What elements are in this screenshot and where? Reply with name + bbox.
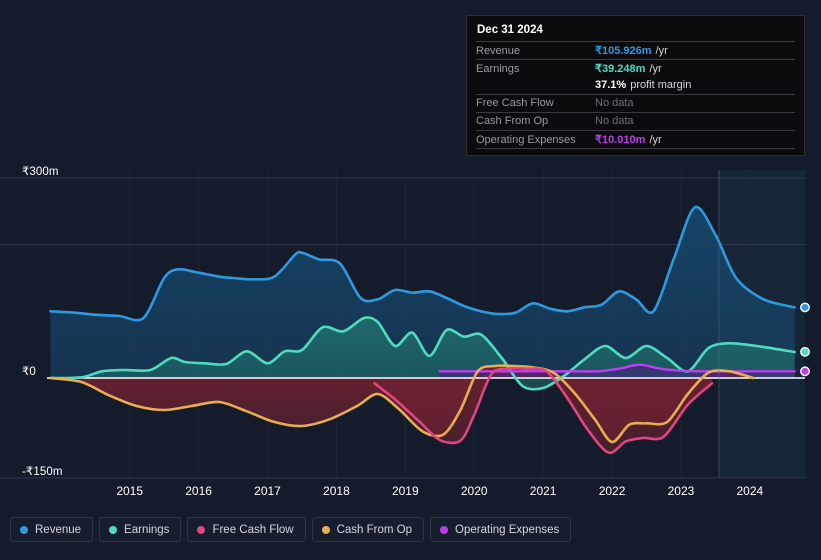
y-axis-label: ₹300m [22, 166, 59, 178]
endpoint-revenue[interactable] [800, 302, 810, 313]
tooltip-row: Revenue ₹105.926m/yr [476, 41, 795, 59]
legend-label: Free Cash Flow [212, 523, 294, 536]
tooltip-row-value: ₹105.926m/yr [595, 42, 668, 57]
x-axis-label: 2020 [460, 484, 488, 498]
legend-item-revenue[interactable]: Revenue [10, 517, 94, 542]
y-axis-label: -₹150m [22, 466, 63, 478]
x-axis-label: 2015 [116, 484, 144, 498]
x-axis-label: 2017 [254, 484, 281, 498]
y-axis-label: ₹0 [22, 366, 36, 378]
legend-item-free-cash-flow[interactable]: Free Cash Flow [187, 517, 306, 542]
tooltip-row-amount: ₹39.248m [595, 63, 646, 75]
tooltip-date: Dec 31 2024 [477, 24, 543, 36]
legend-label: Operating Expenses [455, 523, 560, 536]
tooltip-row-label: Revenue [476, 45, 521, 57]
tooltip-rows: Revenue ₹105.926m/yr Earnings ₹39.248m/yr 37… [476, 41, 795, 148]
endpoint-operating-expenses[interactable] [800, 366, 810, 377]
tooltip-row-amount: ₹10.010m [595, 134, 646, 146]
legend-label: Earnings [124, 523, 170, 536]
legend-label: Revenue [35, 523, 82, 536]
tooltip-row-value: No data [595, 113, 634, 127]
tooltip-row-unit: profit margin [630, 79, 692, 91]
tooltip-row-amount: No data [595, 115, 634, 127]
tooltip-row-unit: /yr [649, 63, 662, 75]
tooltip-row: Free Cash Flow No data [476, 94, 795, 112]
tooltip-row: Earnings ₹39.248m/yr [476, 59, 795, 77]
x-axis-label: 2016 [185, 484, 212, 498]
tooltip-row-label: Cash From Op [476, 115, 549, 127]
legend-item-earnings[interactable]: Earnings [99, 517, 182, 542]
tooltip-row-amount: 37.1% [595, 79, 627, 91]
tooltip-row: Cash From Op No data [476, 112, 795, 130]
tooltip-row-label: Earnings [476, 63, 520, 75]
x-axis-label: 2023 [667, 484, 695, 498]
legend-item-operating-expenses[interactable]: Operating Expenses [430, 517, 572, 542]
legend-color-swatch-icon [109, 525, 118, 534]
legend-color-swatch-icon [440, 525, 449, 534]
data-tooltip: Dec 31 2024 Revenue ₹105.926m/yr Earnings ₹… [466, 15, 805, 156]
endpoint-earnings[interactable] [800, 346, 810, 357]
legend-item-cash-from-op[interactable]: Cash From Op [311, 517, 425, 542]
tooltip-row-amount: No data [595, 97, 634, 109]
chart-legend[interactable]: Revenue Earnings Free Cash Flow Cash From O… [10, 517, 572, 542]
tooltip-bottom-divider [476, 148, 795, 149]
tooltip-row-value: ₹10.010m/yr [595, 131, 662, 146]
tooltip-row-value: No data [595, 95, 634, 109]
legend-label: Cash From Op [336, 523, 413, 536]
tooltip-row-unit: /yr [655, 45, 668, 57]
legend-color-swatch-icon [197, 525, 206, 534]
tooltip-row-amount: ₹105.926m [595, 45, 652, 57]
x-axis-label: 2021 [529, 484, 557, 498]
financial-chart: ₹300m ₹0 -₹150m 2015 2016 2017 2018 2019 2020 20… [0, 0, 821, 560]
tooltip-row: Operating Expenses ₹10.010m/yr [476, 130, 795, 148]
tooltip-row-label: Free Cash Flow [476, 97, 554, 109]
tooltip-row-value: 37.1% profit margin [595, 77, 691, 91]
x-axis-label: 2024 [736, 484, 764, 498]
legend-color-swatch-icon [321, 525, 330, 534]
tooltip-row-label: Operating Expenses [476, 134, 576, 146]
tooltip-row-label [476, 86, 595, 88]
tooltip-row-unit: /yr [649, 134, 662, 146]
x-axis-label: 2022 [598, 484, 626, 498]
tooltip-row: 37.1% profit margin [476, 77, 795, 94]
x-axis-label: 2019 [391, 484, 419, 498]
legend-color-swatch-icon [20, 525, 28, 534]
x-axis-label: 2018 [323, 484, 350, 498]
tooltip-row-value: ₹39.248m/yr [595, 60, 662, 75]
